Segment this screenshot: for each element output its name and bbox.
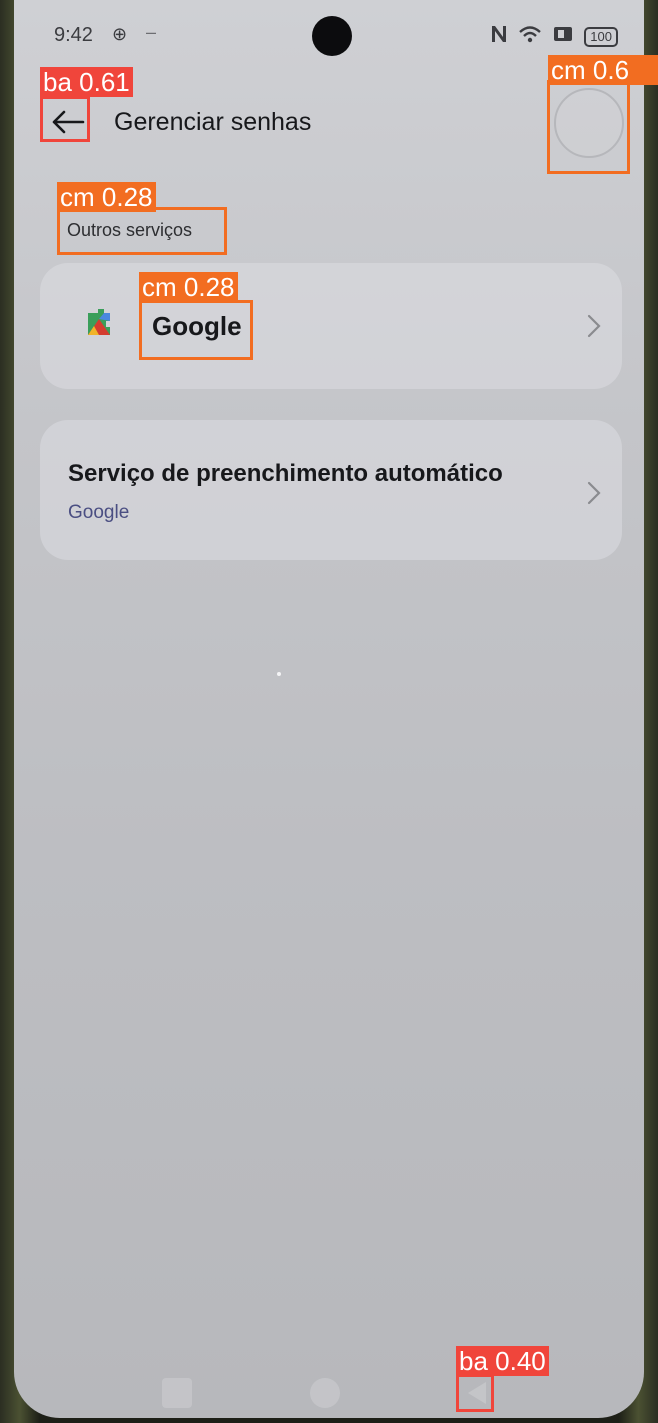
status-icons: 100 [490,24,618,49]
detection-label: ba 0.40 [456,1346,549,1376]
autofill-service-title: Serviço de preenchimento automático [68,460,503,487]
navigation-bar [14,1358,644,1418]
detection-box-google [139,300,253,360]
nfc-icon [490,24,508,49]
chevron-right-icon [587,481,601,505]
autofill-service-value: Google [68,502,130,523]
wifi-icon [518,24,542,49]
autofill-service-item[interactable]: Serviço de preenchimento automático Goog… [40,420,622,560]
detection-box-section [57,207,227,255]
google-play-services-icon [88,309,110,335]
chevron-right-icon [587,314,601,338]
touch-indicator-dot [277,672,281,676]
battery-indicator: 100 [584,26,618,47]
detection-box-nav [456,1374,494,1412]
status-time: 9:42 [54,24,93,46]
detection-label: cm 0.6 [548,55,658,85]
recents-button[interactable] [162,1378,192,1408]
sync-icon: ⊕ [112,24,128,44]
detection-label: ba 0.61 [40,67,133,97]
page-title: Gerenciar senhas [114,108,312,136]
detection-label: cm 0.28 [139,272,238,302]
detection-box-circle [547,80,630,174]
sim-icon [552,24,574,49]
detection-box-back [40,96,90,142]
detection-label: cm 0.28 [57,182,156,212]
front-camera [312,16,352,56]
home-button[interactable] [310,1378,340,1408]
status-dash: – [146,22,157,42]
google-item[interactable]: Google [40,263,622,389]
